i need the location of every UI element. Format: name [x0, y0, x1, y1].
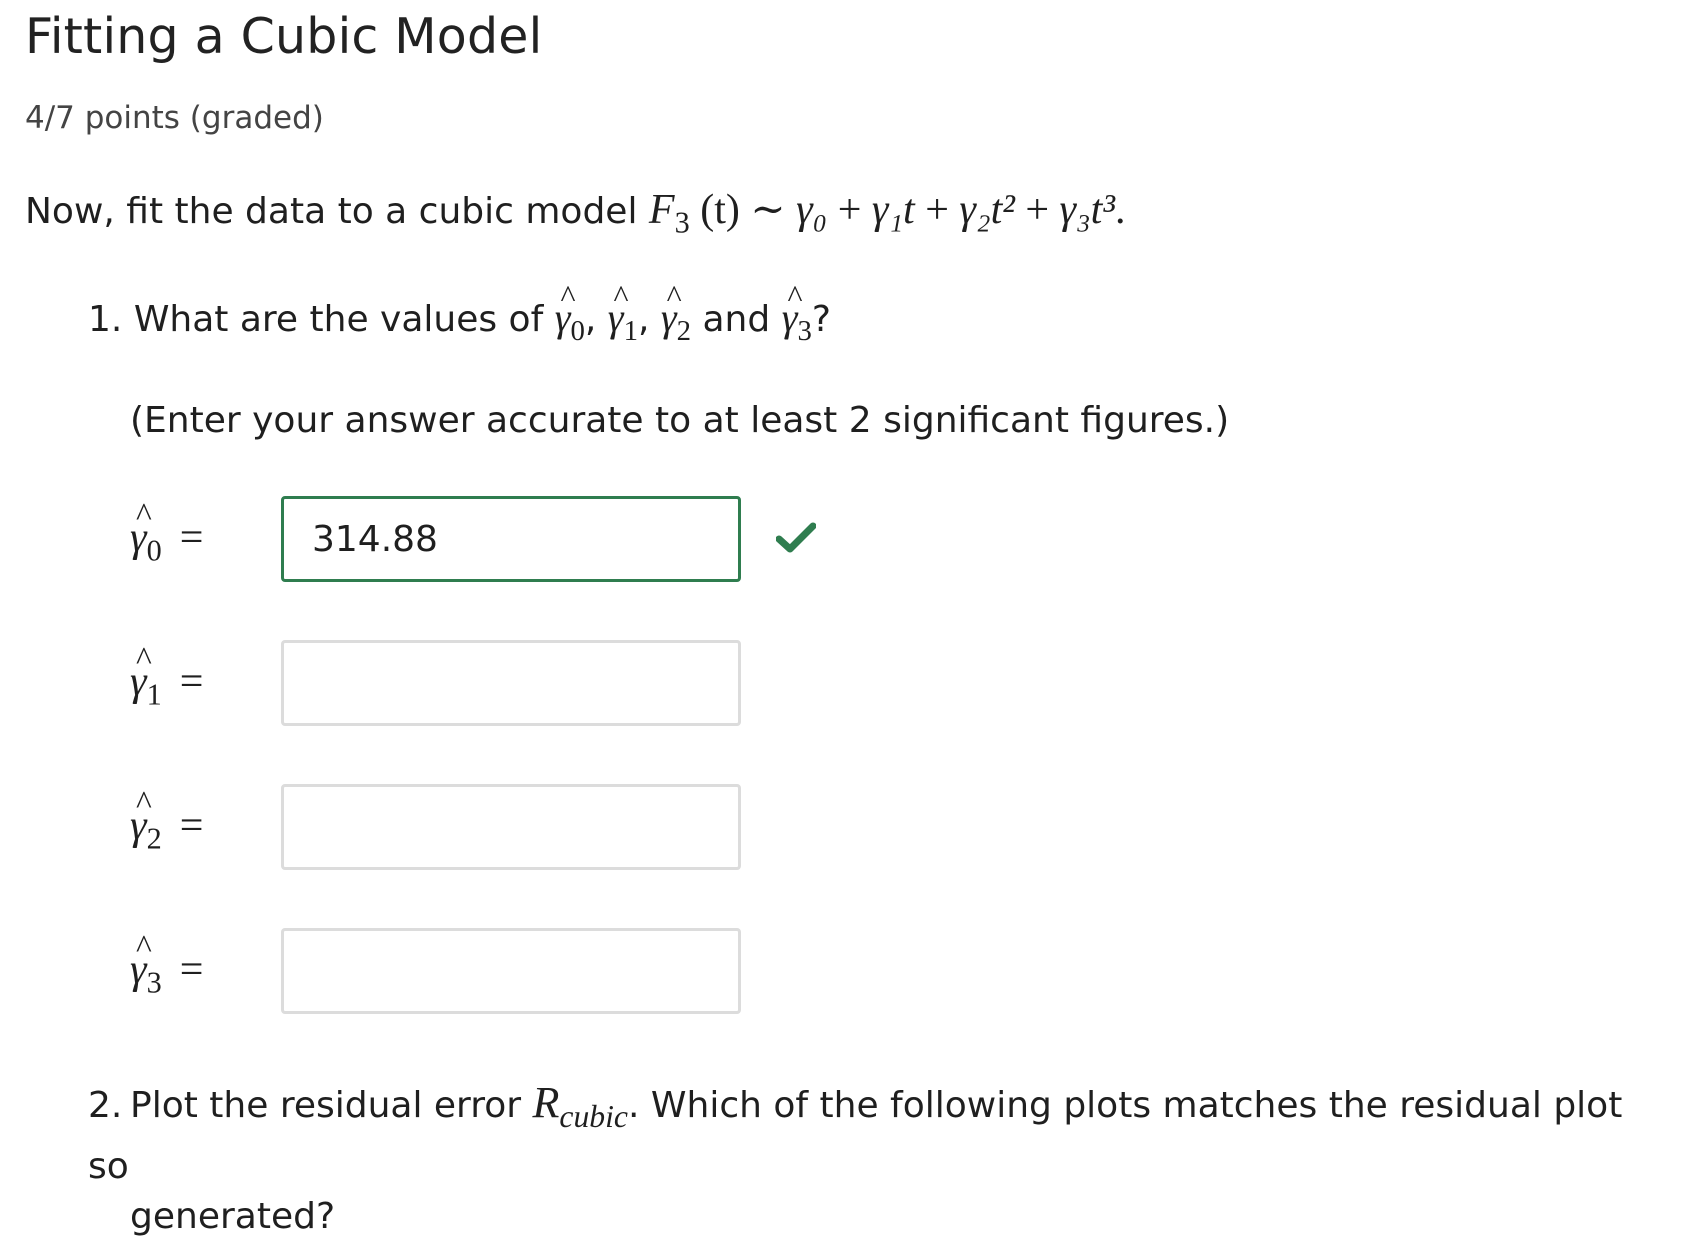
- gamma-3-input[interactable]: [281, 928, 741, 1014]
- answer-row-gamma-3: γ3=: [0, 928, 900, 1020]
- question-2-text-line2: generated?: [130, 1195, 336, 1237]
- model-formula: F3 (t) ∼ γ₀ + γ₁t + γ₂t² + γ₃t³.: [648, 187, 1126, 240]
- question-2-text-before: Plot the residual error: [130, 1085, 522, 1126]
- answer-row-gamma-0: γ0=: [0, 496, 900, 588]
- question-2: 2. Plot the residual error Rcubic. Which …: [88, 1078, 1668, 1242]
- points-label: 4/7 points (graded): [25, 100, 324, 136]
- answer-row-gamma-2: γ2=: [0, 784, 900, 876]
- gamma-0-input[interactable]: [281, 496, 741, 582]
- gamma-1-input[interactable]: [281, 640, 741, 726]
- model-term-2: γ₂t²: [959, 187, 1015, 233]
- gamma-2-input[interactable]: [281, 784, 741, 870]
- precision-hint: (Enter your answer accurate to at least …: [130, 400, 1230, 441]
- gamma-hat-3-symbol: γ3: [782, 278, 812, 347]
- answer-label-gamma-1: γ1=: [130, 641, 203, 712]
- question-1: 1. What are the values of γ0, γ1, γ2 and…: [88, 278, 831, 348]
- answer-label-gamma-3: γ3=: [130, 929, 203, 1000]
- gamma-hat-0-symbol: γ0: [555, 278, 585, 347]
- model-term-1: γ₁t: [871, 187, 915, 233]
- gamma-hat-1-symbol: γ1: [608, 278, 638, 347]
- problem-title: Fitting a Cubic Model: [25, 8, 543, 65]
- question-1-number: 1.: [88, 299, 123, 340]
- answer-row-gamma-1: γ1=: [0, 640, 900, 732]
- question-1-text: What are the values of: [133, 299, 544, 340]
- answer-label-gamma-0: γ0=: [130, 497, 203, 568]
- intro-sentence: Now, fit the data to a cubic model: [25, 191, 638, 232]
- problem-page: Fitting a Cubic Model 4/7 points (graded…: [0, 0, 1698, 1237]
- model-term-0: γ₀: [796, 187, 828, 233]
- intro-text: Now, fit the data to a cubic model F3 (t…: [25, 184, 1125, 240]
- model-term-3: γ₃t³: [1059, 187, 1115, 233]
- check-icon: [776, 522, 816, 553]
- residual-symbol: Rcubic: [532, 1078, 628, 1134]
- gamma-hat-2-symbol: γ2: [661, 278, 691, 347]
- answer-label-gamma-2: γ2=: [130, 785, 203, 856]
- question-2-number: 2.: [88, 1085, 123, 1126]
